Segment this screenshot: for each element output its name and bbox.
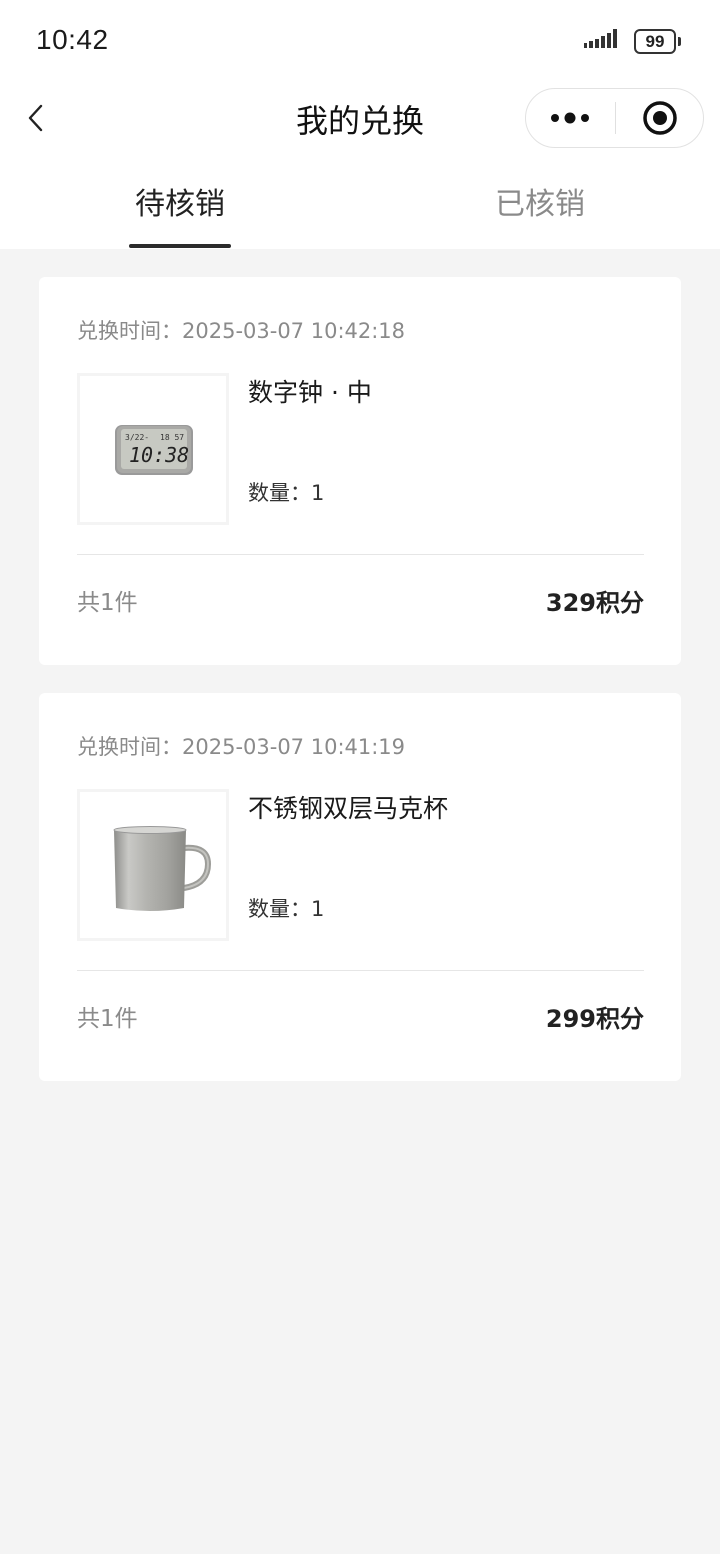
quantity-label: 数量： [248, 897, 311, 921]
exchange-time-value: 2025-03-07 10:41:19 [182, 735, 406, 759]
digital-clock-image: 3/22- 18 57 10:38 [115, 425, 193, 475]
battery-level: 99 [634, 29, 676, 54]
top-header: 10:42 99 我的兑换 待核销 已核销 [0, 0, 720, 249]
mini-program-capsule [525, 88, 704, 148]
quantity-label: 数量： [248, 481, 311, 505]
page-title: 我的兑换 [295, 102, 424, 140]
exchange-time-value: 2025-03-07 10:42:18 [182, 319, 406, 343]
quantity-value: 1 [311, 481, 325, 505]
clock-seconds-text: 18 57 [160, 433, 184, 442]
capsule-divider [615, 102, 616, 134]
signal-icon [584, 29, 617, 48]
product-name: 数字钟 · 中 [248, 378, 372, 407]
product-image [77, 789, 229, 941]
more-dots-icon [551, 112, 589, 124]
target-close-icon [643, 101, 677, 135]
product-name: 不锈钢双层马克杯 [248, 794, 449, 823]
more-button[interactable] [526, 89, 614, 147]
points-total: 299积分 [545, 1005, 644, 1033]
tab-redeemed[interactable]: 已核销 [360, 160, 720, 249]
quantity-row: 数量：1 [248, 893, 324, 923]
quantity-row: 数量：1 [248, 477, 324, 507]
divider [77, 970, 644, 971]
exchange-time-label: 兑换时间： [77, 735, 182, 759]
battery-icon: 99 [634, 29, 682, 54]
active-tab-indicator [129, 244, 231, 248]
status-time: 10:42 [36, 24, 109, 55]
exchange-time-row: 兑换时间：2025-03-07 10:41:19 [77, 731, 405, 761]
tab-bar: 待核销 已核销 [0, 160, 720, 249]
chevron-left-icon [28, 104, 43, 132]
back-button[interactable] [20, 98, 60, 138]
steel-mug-image [113, 826, 212, 911]
quantity-value: 1 [311, 897, 325, 921]
item-count: 共1件 [77, 590, 138, 616]
divider [77, 554, 644, 555]
close-mini-program-button[interactable] [617, 89, 703, 147]
exchange-time-row: 兑换时间：2025-03-07 10:42:18 [77, 315, 405, 345]
clock-time-text: 10:38 [129, 443, 189, 467]
product-image: 3/22- 18 57 10:38 [77, 373, 229, 525]
navigation-bar: 我的兑换 [0, 84, 720, 154]
order-card[interactable]: 兑换时间：2025-03-07 10:42:18 3/22- 18 57 10:… [39, 277, 681, 665]
clock-date-text: 3/22- [125, 433, 149, 442]
exchange-time-label: 兑换时间： [77, 319, 182, 343]
tab-pending[interactable]: 待核销 [0, 160, 360, 249]
item-count: 共1件 [77, 1006, 138, 1032]
status-bar: 10:42 99 [0, 0, 720, 84]
points-total: 329积分 [545, 589, 644, 617]
order-card[interactable]: 兑换时间：2025-03-07 10:41:19 不锈钢双层马克杯 数量：1 共… [39, 693, 681, 1081]
